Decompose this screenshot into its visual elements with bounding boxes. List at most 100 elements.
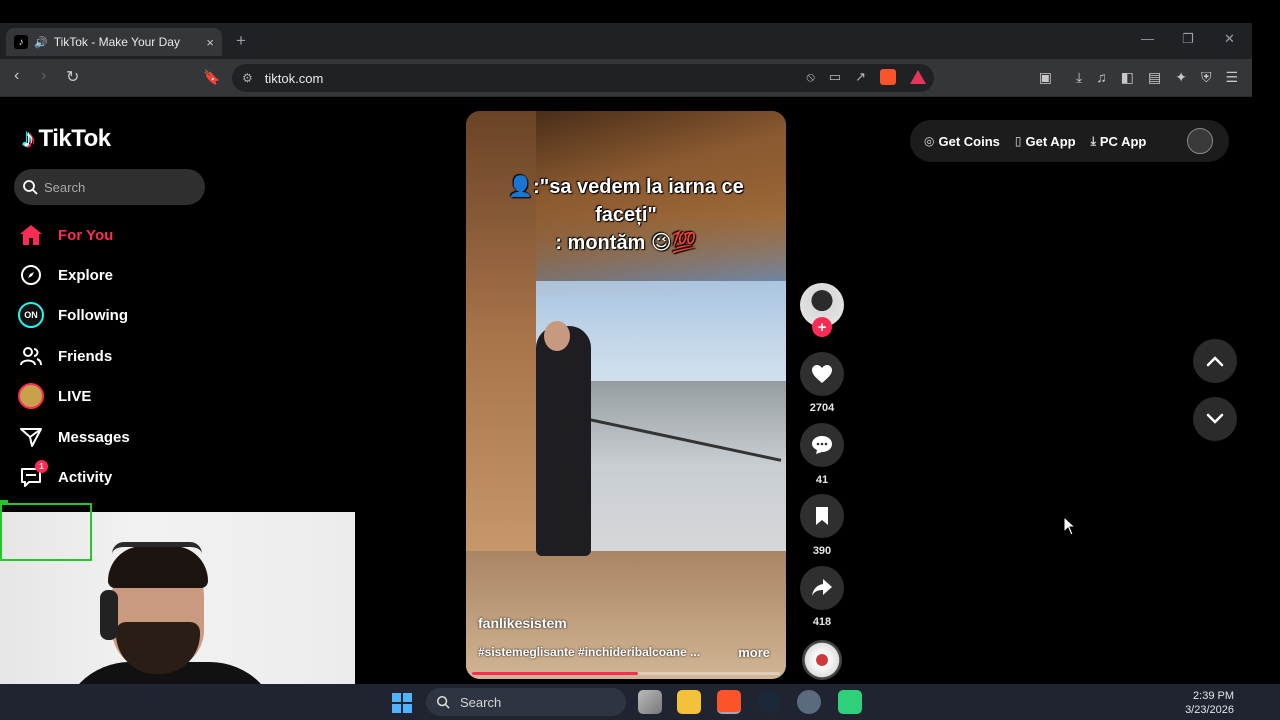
bookmark-icon: [816, 507, 828, 525]
video-caption: 👤:"sa vedem la iarna ce faceți" : montăm…: [466, 173, 786, 257]
sidebar-item-for-you[interactable]: For You: [18, 220, 218, 250]
site-settings-icon[interactable]: ⚙: [242, 71, 253, 85]
top-black-strip: [0, 0, 1280, 23]
top-right-actions: ◎ Get Coins ▯ Get App ⤓ PC App: [910, 120, 1229, 162]
video-progress-fill: [472, 672, 639, 675]
no-translate-icon[interactable]: ⦸: [806, 69, 814, 85]
profile-avatar[interactable]: [1187, 128, 1213, 154]
comment-button[interactable]: [800, 423, 844, 467]
next-video-button[interactable]: [1193, 397, 1237, 441]
video-player[interactable]: 👤:"sa vedem la iarna ce faceți" : montăm…: [466, 111, 786, 679]
music-disc[interactable]: [802, 640, 842, 680]
settings-icon[interactable]: [797, 690, 821, 714]
sidebar-icon[interactable]: ◧: [1121, 69, 1134, 86]
chevron-up-icon: [1206, 356, 1224, 367]
minimize-icon[interactable]: —: [1141, 31, 1154, 46]
bookmark-icon[interactable]: 🔖: [203, 69, 220, 86]
brave-rewards-icon[interactable]: [910, 70, 926, 84]
sidebar-item-label: Friends: [58, 347, 113, 365]
url-text[interactable]: tiktok.com: [265, 71, 324, 86]
clock-time: 2:39 PM: [1193, 690, 1234, 702]
get-app-button[interactable]: ▯ Get App: [1015, 134, 1076, 149]
forward-icon[interactable]: ›: [41, 67, 46, 85]
cast-icon[interactable]: ▭: [829, 69, 841, 85]
sidebar-item-label: Activity: [58, 468, 113, 486]
headphones-icon: [100, 590, 118, 640]
caption-line: 👤:"sa vedem la iarna ce: [508, 176, 744, 198]
share-icon[interactable]: ↗: [855, 69, 866, 85]
reload-icon[interactable]: ↻: [66, 67, 79, 87]
live-avatar-icon: [18, 383, 44, 409]
save-button[interactable]: [800, 494, 844, 538]
sidebar-item-explore[interactable]: Explore: [18, 260, 218, 290]
speaker-icon[interactable]: 🔊: [34, 36, 48, 49]
reader-mode-icon[interactable]: ▣: [1039, 69, 1052, 86]
windows-start-icon[interactable]: [392, 693, 412, 713]
wallet-icon[interactable]: ▤: [1148, 69, 1161, 86]
tiktok-logo[interactable]: ♪ TikTok: [22, 123, 111, 154]
steam-icon[interactable]: [757, 690, 781, 714]
sidebar-item-label: LIVE: [58, 387, 92, 405]
taskbar-search-placeholder: Search: [460, 694, 502, 710]
app-icon[interactable]: [838, 690, 862, 714]
comment-icon: [812, 436, 832, 454]
download-icon[interactable]: ⤓: [1076, 69, 1082, 86]
leo-ai-icon[interactable]: ✦: [1175, 69, 1187, 86]
mouse-cursor-icon: [1063, 516, 1077, 536]
browser-tab[interactable]: ♪ 🔊 TikTok - Make Your Day ×: [6, 28, 222, 56]
restore-icon[interactable]: ❐: [1182, 31, 1194, 47]
windows-taskbar: Search 2:39 PM 3/23/2026: [0, 684, 1280, 720]
share-arrow-icon: [812, 579, 832, 596]
window-close-icon[interactable]: ✕: [1224, 31, 1235, 47]
file-explorer-icon[interactable]: [677, 690, 701, 714]
clock-date: 3/23/2026: [1185, 704, 1234, 716]
like-button[interactable]: [800, 352, 844, 396]
taskbar-search[interactable]: Search: [426, 688, 626, 716]
compass-icon: [18, 262, 44, 288]
coin-icon: ◎: [924, 134, 935, 148]
sidebar-item-friends[interactable]: Friends: [18, 341, 218, 371]
heart-icon: [812, 365, 832, 383]
share-button[interactable]: [800, 566, 844, 610]
search-icon: [23, 180, 38, 195]
get-coins-label: Get Coins: [938, 133, 1000, 149]
friends-icon: [18, 343, 44, 369]
video-hashtags[interactable]: #sistemeglisante #inchideribalcoane ...: [478, 645, 700, 659]
system-clock[interactable]: 2:39 PM 3/23/2026: [1185, 689, 1234, 717]
pc-app-button[interactable]: ⤓ PC App: [1091, 134, 1147, 149]
like-count: 2704: [809, 402, 835, 414]
task-view-icon[interactable]: [638, 690, 662, 714]
video-progress-bar[interactable]: [472, 672, 780, 675]
get-app-label: Get App: [1025, 133, 1076, 149]
sidebar-item-messages[interactable]: Messages: [18, 422, 218, 452]
logo-text: TikTok: [38, 124, 112, 152]
tab-close-button[interactable]: ×: [206, 35, 214, 50]
paper-plane-icon: [18, 424, 44, 450]
brave-shields-icon[interactable]: [880, 69, 896, 85]
vpn-icon[interactable]: ⛨: [1201, 69, 1212, 86]
activity-badge: 1: [35, 460, 48, 473]
video-snow-landscape: [576, 381, 786, 551]
caption-line: faceți": [595, 204, 657, 226]
video-author[interactable]: fanlikesistem: [478, 615, 567, 631]
address-bar[interactable]: ⚙ tiktok.com ⦸ ▭ ↗: [232, 64, 934, 92]
brave-browser-icon[interactable]: [717, 690, 741, 714]
tab-title: TikTok - Make Your Day: [53, 35, 180, 49]
get-coins-button[interactable]: ◎ Get Coins: [924, 134, 1000, 149]
search-icon: [436, 695, 450, 709]
search-placeholder: Search: [44, 179, 86, 195]
new-tab-button[interactable]: +: [236, 31, 246, 51]
sidebar-item-label: Explore: [58, 266, 114, 284]
previous-video-button[interactable]: [1193, 339, 1237, 383]
search-input[interactable]: Search: [14, 169, 205, 205]
sidebar-item-activity[interactable]: 1 Activity: [18, 460, 218, 492]
caption-line: : montăm 😉💯: [555, 232, 697, 254]
video-person: [536, 326, 591, 556]
more-button[interactable]: more: [738, 645, 770, 660]
menu-icon[interactable]: ☰: [1225, 69, 1238, 86]
music-icon[interactable]: ♫: [1096, 69, 1107, 86]
follow-plus-button[interactable]: +: [812, 317, 832, 337]
sidebar-item-following[interactable]: ON Following: [18, 300, 218, 330]
back-icon[interactable]: ‹: [14, 67, 19, 85]
sidebar-item-live[interactable]: LIVE: [18, 381, 218, 411]
